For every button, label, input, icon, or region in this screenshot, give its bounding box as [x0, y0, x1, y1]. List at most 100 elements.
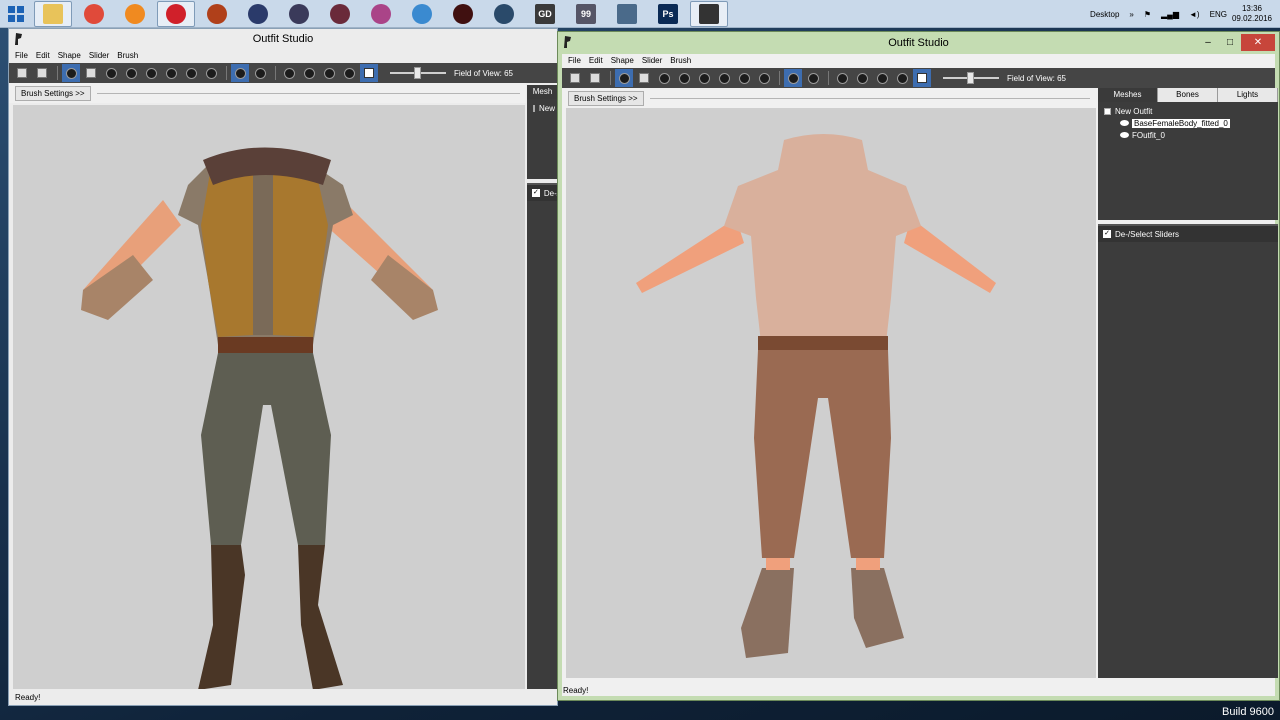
- taskbar-app-photoshop[interactable]: Ps: [649, 1, 687, 27]
- taskbar-app-app99[interactable]: 99: [567, 1, 605, 27]
- tab-lights[interactable]: Lights: [1218, 88, 1278, 102]
- menu-slider[interactable]: Slider: [642, 54, 662, 68]
- brush-settings-button[interactable]: Brush Settings >>: [15, 85, 91, 101]
- fov-slider[interactable]: [943, 70, 999, 86]
- minimize-button[interactable]: –: [1197, 34, 1219, 51]
- flag-icon[interactable]: ⚑: [1144, 10, 1151, 19]
- taskbar-app-game4[interactable]: [321, 1, 359, 27]
- slider-thumb[interactable]: [967, 72, 974, 84]
- menu-file[interactable]: File: [15, 49, 28, 63]
- brush-smooth-button[interactable]: [162, 64, 180, 82]
- view-front-button[interactable]: [833, 69, 851, 87]
- game4-icon: [330, 4, 350, 24]
- taskbar-app-sith[interactable]: [444, 1, 482, 27]
- tab-meshes[interactable]: Meshes: [1098, 88, 1158, 102]
- brush-deflate-button[interactable]: [675, 69, 693, 87]
- brush-inflate-button[interactable]: [102, 64, 120, 82]
- view-right-button[interactable]: [340, 64, 358, 82]
- taskbar-app-game6[interactable]: [485, 1, 523, 27]
- view-back-button[interactable]: [853, 69, 871, 87]
- outfit-studio-window-front[interactable]: Outfit Studio – □ ✕ File Edit Shape Slider B…: [557, 31, 1280, 701]
- brush-color-button[interactable]: [755, 69, 773, 87]
- mirror-y-button[interactable]: [251, 64, 269, 82]
- volume-icon[interactable]: ◄): [1189, 10, 1200, 19]
- tree-root-partial[interactable]: New: [533, 102, 555, 114]
- select-tool-button[interactable]: [566, 69, 584, 87]
- mirror-x-button[interactable]: [784, 69, 802, 87]
- menu-brush[interactable]: Brush: [670, 54, 691, 68]
- menu-file[interactable]: File: [568, 54, 581, 68]
- menu-edit[interactable]: Edit: [36, 49, 50, 63]
- brush-deflate-button[interactable]: [122, 64, 140, 82]
- brush-standard-button[interactable]: [62, 64, 80, 82]
- taskbar-app-gd[interactable]: GD: [526, 1, 564, 27]
- taskbar-app-game3[interactable]: [280, 1, 318, 27]
- taskbar-app-game1[interactable]: [198, 1, 236, 27]
- brush-color-button[interactable]: [202, 64, 220, 82]
- 3d-viewport[interactable]: [566, 108, 1096, 678]
- view-persp-button[interactable]: [913, 69, 931, 87]
- brush-mask-button[interactable]: [82, 64, 100, 82]
- mirror-x-button[interactable]: [231, 64, 249, 82]
- view-front-button[interactable]: [280, 64, 298, 82]
- title-bar[interactable]: Outfit Studio: [9, 29, 557, 49]
- menu-brush[interactable]: Brush: [117, 49, 138, 63]
- tree-item-mesh[interactable]: BaseFemaleBody_fitted_0: [1104, 117, 1272, 129]
- transform-tool-button[interactable]: [586, 69, 604, 87]
- close-button[interactable]: ✕: [1241, 34, 1275, 51]
- brush-weight-button[interactable]: [182, 64, 200, 82]
- taskbar-app-game2[interactable]: [239, 1, 277, 27]
- brush-weight-button[interactable]: [735, 69, 753, 87]
- collapse-icon[interactable]: [1104, 107, 1111, 115]
- select-sliders-checkbox[interactable]: ✓: [1103, 230, 1111, 238]
- tree-item-mesh[interactable]: FOutfit_0: [1104, 129, 1272, 141]
- clock[interactable]: 13:36 09.02.2016: [1232, 4, 1272, 24]
- view-persp-button[interactable]: [360, 64, 378, 82]
- menu-shape[interactable]: Shape: [611, 54, 634, 68]
- taskbar-app-game5[interactable]: [362, 1, 400, 27]
- maximize-button[interactable]: □: [1219, 34, 1241, 51]
- menu-slider[interactable]: Slider: [89, 49, 109, 63]
- transform-tool-button[interactable]: [33, 64, 51, 82]
- taskbar-app-window-app[interactable]: [608, 1, 646, 27]
- tab-bones[interactable]: Bones: [1158, 88, 1218, 102]
- brush-smooth-button[interactable]: [715, 69, 733, 87]
- taskbar-app-opera[interactable]: [157, 1, 195, 27]
- start-button[interactable]: [0, 0, 32, 28]
- desktop-toolbar-label[interactable]: Desktop: [1090, 10, 1119, 19]
- view-left-button[interactable]: [320, 64, 338, 82]
- brush-mask-button[interactable]: [635, 69, 653, 87]
- eye-icon[interactable]: [1120, 120, 1129, 126]
- view-back-button[interactable]: [300, 64, 318, 82]
- menu-edit[interactable]: Edit: [589, 54, 603, 68]
- brush-move-button[interactable]: [142, 64, 160, 82]
- brush-inflate-button[interactable]: [655, 69, 673, 87]
- select-sliders-checkbox[interactable]: ✓: [532, 189, 540, 197]
- eye-icon[interactable]: [1120, 132, 1129, 138]
- brush-settings-button[interactable]: Brush Settings >>: [568, 90, 644, 106]
- taskbar-app-fallout[interactable]: [403, 1, 441, 27]
- tree-root[interactable]: New Outfit: [1104, 105, 1272, 117]
- fov-slider[interactable]: [390, 65, 446, 81]
- menu-shape[interactable]: Shape: [58, 49, 81, 63]
- chevron-icon[interactable]: »: [1129, 10, 1133, 19]
- toolbar: Field of View: 65: [562, 68, 1275, 88]
- taskbar-app-avast[interactable]: [116, 1, 154, 27]
- outfit-studio-window-back[interactable]: Outfit Studio File Edit Shape Slider Brush F…: [8, 28, 559, 706]
- select-tool-button[interactable]: [13, 64, 31, 82]
- view-left-button[interactable]: [873, 69, 891, 87]
- brush-standard-button[interactable]: [615, 69, 633, 87]
- taskbar-app-outfit-studio[interactable]: [690, 1, 728, 27]
- taskbar-app-chrome[interactable]: [75, 1, 113, 27]
- 3d-viewport[interactable]: [13, 105, 525, 689]
- network-icon[interactable]: ▂▄▆: [1161, 10, 1179, 19]
- slider-thumb[interactable]: [414, 67, 421, 79]
- language-indicator[interactable]: ENG: [1210, 10, 1227, 19]
- view-right-button[interactable]: [893, 69, 911, 87]
- tab-meshes-partial[interactable]: Mesh: [527, 85, 559, 99]
- title-bar[interactable]: Outfit Studio – □ ✕: [558, 32, 1279, 54]
- brush-move-button[interactable]: [695, 69, 713, 87]
- mirror-y-button[interactable]: [804, 69, 822, 87]
- taskbar-app-file-explorer[interactable]: [34, 1, 72, 27]
- expand-icon[interactable]: [533, 104, 535, 112]
